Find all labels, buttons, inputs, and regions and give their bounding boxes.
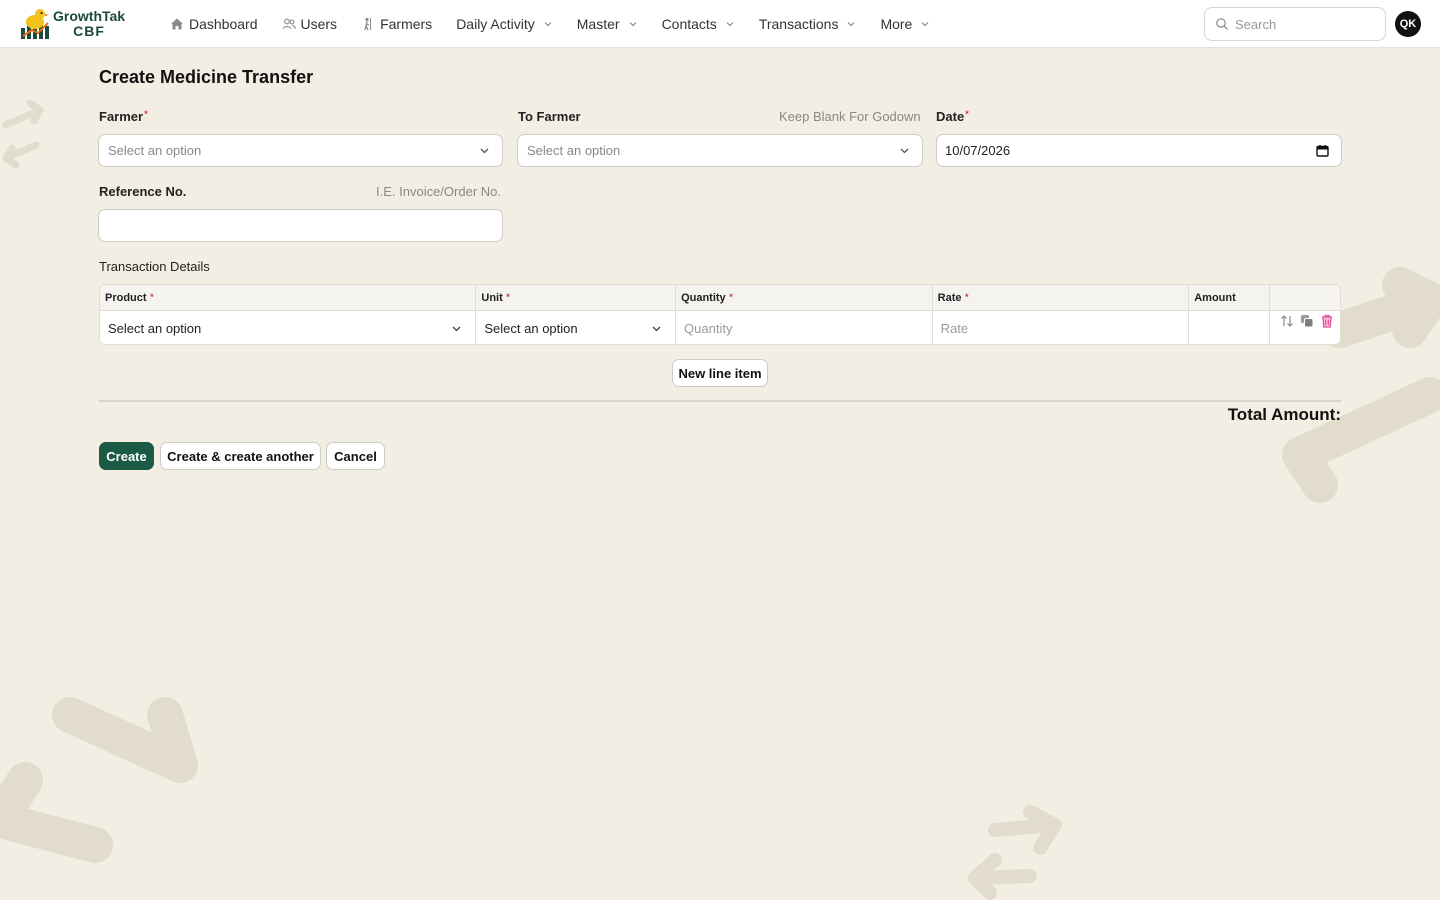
total-amount-label: Total Amount: bbox=[1227, 405, 1341, 424]
nav-transactions-label: Transactions bbox=[758, 15, 839, 32]
nav-dashboard-label: Dashboard bbox=[189, 15, 258, 32]
farmer-label-text: Farmer bbox=[99, 109, 144, 124]
required-marker: * bbox=[147, 292, 154, 302]
nav-contacts-label: Contacts bbox=[661, 15, 717, 32]
to-farmer-select[interactable]: Select an option bbox=[517, 134, 923, 167]
delete-icon[interactable] bbox=[1320, 314, 1334, 328]
unit-select[interactable]: Select an option bbox=[476, 311, 677, 344]
chevron-down-icon bbox=[900, 148, 909, 154]
quantity-input[interactable]: Quantity bbox=[676, 311, 933, 344]
nav-daily-activity[interactable]: Daily Activity bbox=[444, 0, 565, 48]
column-quantity-label: Quantity bbox=[681, 292, 726, 304]
table-row: Select an option Select an option Quanti… bbox=[100, 311, 1340, 344]
column-product: Product * bbox=[100, 285, 477, 310]
chevron-down-icon bbox=[628, 19, 638, 29]
row-actions bbox=[1270, 311, 1340, 344]
user-avatar[interactable]: QK bbox=[1395, 11, 1421, 37]
chevron-down-icon bbox=[543, 19, 553, 29]
top-navigation-bar: GrowthTak CBF Dashboard Users Farmers Da… bbox=[0, 0, 1440, 48]
required-marker: * bbox=[962, 292, 969, 302]
nav-farmers-label: Farmers bbox=[380, 15, 433, 32]
transaction-details-label: Transaction Details bbox=[99, 259, 210, 274]
search-input[interactable] bbox=[1235, 16, 1375, 32]
date-value: 10/07/2026 bbox=[945, 143, 1011, 158]
brand-subtitle: CBF bbox=[73, 22, 105, 39]
to-farmer-select-placeholder: Select an option bbox=[527, 143, 621, 158]
amount-cell bbox=[1189, 311, 1271, 344]
nav-daily-activity-label: Daily Activity bbox=[456, 15, 535, 32]
nav-dashboard[interactable]: Dashboard bbox=[158, 0, 270, 48]
farmer-icon bbox=[361, 17, 375, 31]
chevron-down-icon bbox=[725, 19, 735, 29]
reference-label: Reference No. bbox=[99, 184, 187, 199]
column-unit: Unit * bbox=[476, 285, 677, 310]
quantity-placeholder: Quantity bbox=[684, 320, 733, 336]
create-another-button[interactable]: Create & create another bbox=[160, 442, 321, 470]
reference-hint: I.E. Invoice/Order No. bbox=[376, 184, 501, 199]
nav-users[interactable]: Users bbox=[270, 0, 350, 48]
farmer-label: Farmer* bbox=[99, 109, 148, 124]
required-marker: * bbox=[965, 109, 969, 119]
clone-icon[interactable] bbox=[1300, 314, 1314, 328]
required-marker: * bbox=[144, 109, 148, 119]
chevron-down-icon bbox=[652, 326, 661, 332]
reorder-icon[interactable] bbox=[1280, 314, 1294, 328]
to-farmer-hint: Keep Blank For Godown bbox=[779, 109, 921, 124]
column-amount: Amount bbox=[1189, 285, 1271, 310]
column-rate: Rate * bbox=[933, 285, 1190, 310]
column-amount-label: Amount bbox=[1194, 292, 1236, 304]
required-marker: * bbox=[726, 292, 733, 302]
chevron-down-icon bbox=[452, 326, 461, 332]
global-search[interactable] bbox=[1204, 7, 1386, 41]
nav-more-label: More bbox=[880, 15, 913, 32]
search-icon bbox=[1215, 17, 1229, 31]
users-icon bbox=[281, 17, 296, 31]
date-label-text: Date bbox=[936, 109, 965, 124]
nav-users-label: Users bbox=[300, 15, 338, 32]
line-items-table: Product * Unit * Quantity * Rate * Amoun… bbox=[99, 284, 1341, 345]
to-farmer-label: To Farmer bbox=[518, 109, 581, 124]
reference-input[interactable] bbox=[98, 209, 503, 242]
chevron-down-icon bbox=[920, 19, 930, 29]
column-product-label: Product bbox=[105, 292, 147, 304]
line-items-header: Product * Unit * Quantity * Rate * Amoun… bbox=[100, 285, 1340, 311]
nav-farmers[interactable]: Farmers bbox=[349, 0, 444, 48]
column-actions bbox=[1270, 285, 1340, 310]
cancel-button[interactable]: Cancel bbox=[326, 442, 385, 470]
home-icon bbox=[170, 17, 184, 31]
farmer-select-placeholder: Select an option bbox=[108, 143, 202, 158]
column-unit-label: Unit bbox=[481, 292, 503, 304]
nav-master-label: Master bbox=[576, 15, 620, 32]
divider bbox=[99, 400, 1341, 402]
nav-master[interactable]: Master bbox=[565, 0, 650, 48]
brand-logo-link[interactable]: GrowthTak CBF bbox=[20, 8, 152, 40]
farmer-select[interactable]: Select an option bbox=[98, 134, 503, 167]
chevron-down-icon bbox=[846, 19, 856, 29]
new-line-item-button[interactable]: New line item bbox=[672, 359, 768, 387]
unit-select-value: Select an option bbox=[484, 320, 578, 336]
column-quantity: Quantity * bbox=[676, 285, 933, 310]
main-nav: Dashboard Users Farmers Daily Activity M… bbox=[158, 0, 942, 48]
rate-input[interactable]: Rate bbox=[933, 311, 1190, 344]
nav-contacts[interactable]: Contacts bbox=[650, 0, 747, 48]
rate-placeholder: Rate bbox=[940, 320, 969, 336]
date-input[interactable]: 10/07/2026 bbox=[936, 134, 1342, 167]
product-select-value: Select an option bbox=[108, 320, 202, 336]
create-button[interactable]: Create bbox=[99, 442, 154, 470]
column-rate-label: Rate bbox=[937, 292, 962, 304]
nav-transactions[interactable]: Transactions bbox=[747, 0, 869, 48]
chick-logo-icon bbox=[21, 8, 49, 39]
required-marker: * bbox=[503, 292, 510, 302]
product-select[interactable]: Select an option bbox=[100, 311, 477, 344]
page-title: Create Medicine Transfer bbox=[99, 67, 314, 87]
calendar-icon[interactable] bbox=[1316, 144, 1329, 157]
chevron-down-icon bbox=[480, 148, 489, 154]
nav-more[interactable]: More bbox=[868, 0, 942, 48]
brand-name: GrowthTak bbox=[53, 7, 126, 24]
date-label: Date* bbox=[936, 109, 969, 124]
